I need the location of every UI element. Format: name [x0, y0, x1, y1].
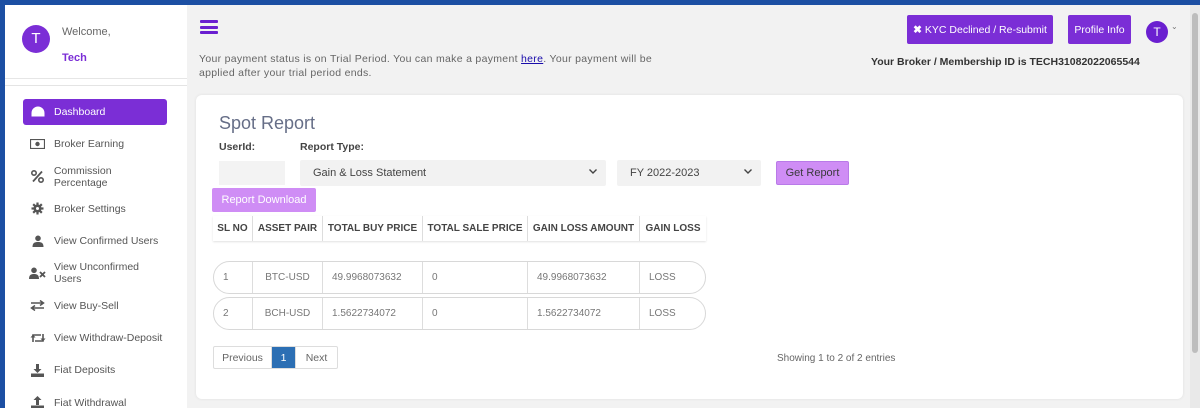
- sidebar-item-dashboard[interactable]: Dashboard: [23, 99, 167, 125]
- kyc-button-label: KYC Declined / Re-submit: [924, 23, 1047, 36]
- sidebar-item-label: Fiat Deposits: [54, 364, 116, 377]
- fiscal-year-select[interactable]: FY 2022-2023: [617, 160, 761, 186]
- userid-input[interactable]: [219, 161, 285, 185]
- notice-text: Your payment status is on Trial Period. …: [199, 53, 522, 65]
- payment-link[interactable]: here: [521, 53, 543, 65]
- scrollbar-thumb[interactable]: [1192, 13, 1198, 353]
- sidebar-item-view-unconfirmed-users[interactable]: View Unconfirmed Users: [23, 260, 167, 286]
- page-title: Spot Report: [219, 113, 316, 133]
- welcome-username: Tech: [62, 52, 87, 64]
- table-cell: LOSS: [649, 308, 676, 319]
- profile-info-button[interactable]: Profile Info: [1068, 15, 1131, 44]
- sidebar-item-broker-earning[interactable]: Broker Earning: [23, 131, 167, 157]
- percent-icon: [29, 170, 46, 184]
- user-avatar[interactable]: T: [22, 25, 50, 53]
- users-x-icon: [29, 267, 46, 280]
- table-header: SL NO ASSET PAIR TOTAL BUY PRICE TOTAL S…: [213, 216, 706, 241]
- kyc-resubmit-button[interactable]: ✖ KYC Declined / Re-submit: [907, 15, 1053, 44]
- sidebar-item-label: View Confirmed Users: [54, 235, 159, 248]
- download-tray-icon: [29, 363, 46, 377]
- userid-label: UserId:: [219, 141, 256, 153]
- table-cell: 0: [423, 262, 528, 293]
- welcome-panel: T Welcome, Tech: [5, 5, 187, 79]
- upload-tray-icon: [29, 396, 46, 408]
- sidebar-item-broker-settings[interactable]: Broker Settings: [23, 196, 167, 222]
- retweet-icon: [29, 332, 46, 344]
- column-header[interactable]: ASSET PAIR: [253, 216, 323, 241]
- sidebar-item-label: View Withdraw-Deposit: [54, 332, 163, 345]
- sidebar-item-label: Fiat Withdrawal: [54, 396, 127, 408]
- fiscal-year-value: FY 2022-2023: [630, 167, 700, 179]
- sidebar-item-label: Dashboard: [54, 106, 106, 118]
- table-cell: 1.5622734072: [528, 298, 640, 329]
- column-header[interactable]: TOTAL SALE PRICE: [423, 216, 528, 241]
- app-frame: T Welcome, Tech Dashboard Broker Earning: [5, 5, 1200, 408]
- sidebar-item-view-withdraw-deposit[interactable]: View Withdraw-Deposit: [23, 325, 167, 351]
- table-cell: 1.5622734072: [323, 298, 423, 329]
- sidebar-item-view-buy-sell[interactable]: View Buy-Sell: [23, 293, 167, 319]
- table-row[interactable]: 1 BTC-USD 49.9968073632 0 49.9968073632 …: [213, 261, 706, 294]
- sidebar-nav: Dashboard Broker Earning Commission Perc…: [23, 99, 167, 408]
- table-row[interactable]: 2 BCH-USD 1.5622734072 0 1.5622734072 LO…: [213, 297, 706, 330]
- pagination-page[interactable]: 1: [272, 347, 296, 368]
- report-type-select[interactable]: Gain & Loss Statement: [300, 160, 606, 186]
- pagination-previous[interactable]: Previous: [214, 347, 272, 368]
- user-icon: [29, 235, 46, 248]
- table-cell: 0: [423, 298, 528, 329]
- sidebar-item-label: View Unconfirmed Users: [54, 261, 140, 286]
- payment-notice: Your payment status is on Trial Period. …: [199, 52, 659, 80]
- table-cell: 49.9968073632: [528, 262, 640, 293]
- money-bill-icon: [29, 139, 46, 150]
- chevron-down-icon[interactable]: ⌄: [1171, 22, 1178, 31]
- welcome-text: Welcome,: [62, 26, 111, 38]
- table-cell: BTC-USD: [253, 262, 323, 293]
- dashboard-gauge-icon: [29, 106, 46, 118]
- sidebar-item-view-confirmed-users[interactable]: View Confirmed Users: [23, 228, 167, 254]
- chevron-down-icon: [743, 166, 753, 179]
- column-header[interactable]: SL NO: [213, 216, 253, 241]
- sidebar-divider: [5, 85, 187, 86]
- pagination-next[interactable]: Next: [296, 347, 337, 368]
- report-download-button[interactable]: Report Download: [212, 188, 316, 212]
- sidebar-item-commission-percentage[interactable]: Commission Percentage: [23, 164, 167, 190]
- table-cell: 49.9968073632: [323, 262, 423, 293]
- table-cell: LOSS: [649, 272, 676, 283]
- table-cell: BCH-USD: [253, 298, 323, 329]
- report-type-label: Report Type:: [300, 141, 364, 153]
- column-header[interactable]: GAIN LOSS AMOUNT: [528, 216, 640, 241]
- sidebar-item-label: Broker Earning: [54, 138, 125, 151]
- sidebar: T Welcome, Tech Dashboard Broker Earning: [5, 5, 187, 408]
- sidebar-item-label: Commission Percentage: [53, 164, 112, 189]
- header-avatar[interactable]: T: [1146, 21, 1168, 43]
- table-cell: 1: [214, 262, 253, 293]
- get-report-button[interactable]: Get Report: [776, 161, 849, 185]
- chevron-down-icon: [588, 166, 598, 179]
- column-header[interactable]: GAIN LOSS: [640, 216, 706, 241]
- pagination: Previous 1 Next: [213, 346, 338, 369]
- spot-report-card: Spot Report UserId: Report Type: Gain & …: [196, 95, 1183, 399]
- sidebar-item-fiat-withdrawal[interactable]: Fiat Withdrawal: [23, 390, 167, 408]
- column-header[interactable]: TOTAL BUY PRICE: [323, 216, 423, 241]
- close-icon: ✖: [913, 23, 922, 36]
- exchange-arrows-icon: [29, 300, 46, 312]
- report-type-value: Gain & Loss Statement: [313, 167, 427, 179]
- table-cell: 2: [214, 298, 253, 329]
- broker-membership-id: Your Broker / Membership ID is TECH31082…: [871, 56, 1140, 68]
- entries-info: Showing 1 to 2 of 2 entries: [777, 353, 896, 364]
- cog-icon: [29, 202, 46, 215]
- sidebar-item-fiat-deposits[interactable]: Fiat Deposits: [23, 357, 167, 383]
- sidebar-item-label: Broker Settings: [54, 202, 126, 215]
- sidebar-item-label: View Buy-Sell: [54, 299, 119, 312]
- menu-toggle-icon[interactable]: [200, 20, 218, 34]
